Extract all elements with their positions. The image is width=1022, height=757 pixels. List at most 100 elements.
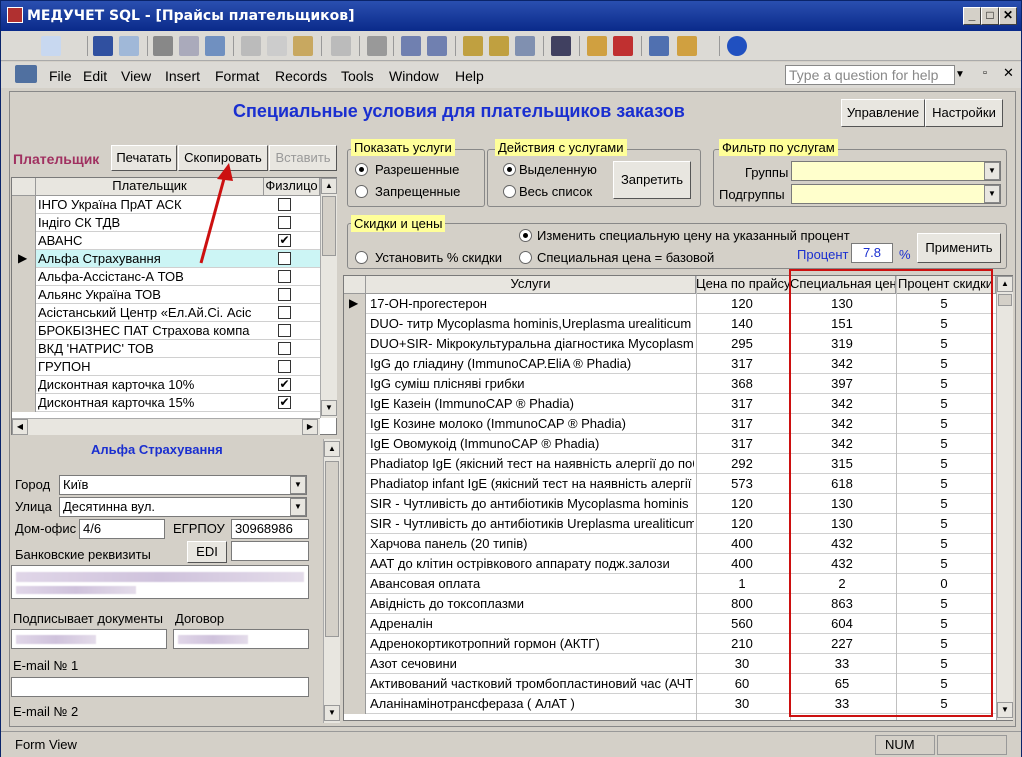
payer-row[interactable]: ІНГО Україна ПрАТ АСК	[12, 196, 320, 214]
individual-checkbox[interactable]	[278, 216, 291, 229]
row-selector[interactable]	[12, 196, 36, 214]
individual-checkbox[interactable]: ✔	[278, 378, 291, 391]
payer-hscrollbar[interactable]: ◀ ▶	[12, 418, 320, 435]
service-name-cell[interactable]: IgE Козине молоко (ImmunoCAP ® Phadia)	[370, 416, 694, 431]
radio-allowed[interactable]	[355, 163, 368, 176]
row-selector[interactable]	[12, 286, 36, 304]
individual-checkbox[interactable]: ✔	[278, 396, 291, 409]
row-selector[interactable]	[12, 268, 36, 286]
service-name-cell[interactable]: Активований частковий тромбопластиновий …	[370, 676, 694, 691]
payer-name-cell[interactable]: Дисконтная карточка 15%	[38, 395, 256, 410]
maximize-button[interactable]: □	[981, 7, 999, 25]
scroll-down-icon[interactable]: ▼	[321, 400, 337, 416]
individual-checkbox[interactable]	[278, 360, 291, 373]
price-cell[interactable]: 1	[696, 576, 788, 591]
price-cell[interactable]: 295	[696, 336, 788, 351]
subgroups-select[interactable]	[791, 184, 1001, 204]
row-selector[interactable]	[344, 494, 366, 514]
row-selector[interactable]	[344, 414, 366, 434]
service-name-cell[interactable]: Phadiatop infant IgE (якісний тест на на…	[370, 476, 694, 491]
row-selector[interactable]	[344, 634, 366, 654]
sort-descending-icon[interactable]	[427, 36, 447, 56]
price-cell[interactable]: 317	[696, 396, 788, 411]
price-cell[interactable]: 573	[696, 476, 788, 491]
price-cell[interactable]: 140	[696, 316, 788, 331]
filter-form-icon[interactable]	[489, 36, 509, 56]
street-field[interactable]: Десятинна вул.	[59, 497, 307, 517]
paste-icon[interactable]	[293, 36, 313, 56]
service-name-cell[interactable]: SIR - Чутливість до антибіотиків Ureplas…	[370, 516, 694, 531]
row-selector[interactable]	[12, 304, 36, 322]
row-selector[interactable]: ▶	[344, 294, 366, 314]
menu-window[interactable]: Window	[389, 68, 439, 84]
service-name-cell[interactable]: Авідність до токсоплазми	[370, 596, 694, 611]
row-selector[interactable]	[344, 454, 366, 474]
row-selector[interactable]	[12, 214, 36, 232]
menu-format[interactable]: Format	[215, 68, 259, 84]
payer-name-cell[interactable]: ВКД 'НАТРИС' ТОВ	[38, 341, 256, 356]
edrpou-field[interactable]: 30968986	[231, 519, 309, 539]
edi-button[interactable]: EDI	[187, 541, 227, 563]
close-button[interactable]: ✕	[999, 7, 1017, 25]
row-selector[interactable]	[344, 394, 366, 414]
radio-forbidden[interactable]	[355, 185, 368, 198]
service-name-cell[interactable]: DUO- титр Mycoplasma hominis,Ureplasma u…	[370, 316, 694, 331]
row-selector[interactable]	[12, 394, 36, 412]
service-name-cell[interactable]: Аланінамінотрансфераза ( АлАТ )	[370, 696, 694, 711]
radio-whole-list[interactable]	[503, 185, 516, 198]
row-selector[interactable]	[344, 554, 366, 574]
price-cell[interactable]: 368	[696, 376, 788, 391]
price-cell[interactable]: 317	[696, 416, 788, 431]
details-scroll-thumb[interactable]	[325, 461, 339, 637]
services-scroll-up-icon[interactable]: ▲	[997, 276, 1013, 292]
payer-row[interactable]: Альфа-Ассістанс-А ТОВ	[12, 268, 320, 286]
details-scrollbar[interactable]: ▲ ▼	[323, 439, 340, 723]
manage-button[interactable]: Управление	[841, 99, 925, 127]
radio-selected[interactable]	[503, 163, 516, 176]
individual-checkbox[interactable]	[278, 342, 291, 355]
payer-name-cell[interactable]: Асістанський Центр «Ел.Ай.Сі. Асіс	[38, 305, 256, 320]
payer-row[interactable]: ▶ Альфа Страхування	[12, 250, 320, 268]
price-cell[interactable]: 120	[696, 516, 788, 531]
service-name-cell[interactable]: Авансовая оплата	[370, 576, 694, 591]
row-selector[interactable]	[344, 514, 366, 534]
row-selector[interactable]	[344, 354, 366, 374]
services-scrollbar[interactable]: ▲ ▼	[996, 276, 1013, 720]
col-price-header[interactable]: Цена по прайсу	[696, 276, 790, 294]
row-selector[interactable]	[344, 374, 366, 394]
individual-checkbox[interactable]	[278, 306, 291, 319]
services-scroll-thumb[interactable]	[998, 294, 1012, 306]
forbid-button[interactable]: Запретить	[613, 161, 691, 199]
paste-button[interactable]: Вставить	[269, 145, 337, 171]
office-field[interactable]: 4/6	[79, 519, 165, 539]
sort-ascending-icon[interactable]	[401, 36, 421, 56]
payer-row[interactable]: Асістанський Центр «Ел.Ай.Сі. Асіс	[12, 304, 320, 322]
service-name-cell[interactable]: Адреналін	[370, 616, 694, 631]
ask-dropdown-icon[interactable]: ▼	[955, 69, 965, 80]
email1-field[interactable]	[11, 677, 309, 697]
radio-change-price[interactable]	[519, 229, 532, 242]
cut-icon[interactable]	[241, 36, 261, 56]
payer-list-scrollbar[interactable]: ▲ ▼	[320, 178, 337, 418]
service-name-cell[interactable]: Азот сечовини	[370, 656, 694, 671]
row-selector[interactable]	[344, 474, 366, 494]
row-selector[interactable]	[344, 674, 366, 694]
apply-filter-icon[interactable]	[515, 36, 535, 56]
spelling-icon[interactable]	[205, 36, 225, 56]
scroll-left-icon[interactable]: ◀	[12, 419, 28, 435]
price-cell[interactable]: 210	[696, 636, 788, 651]
service-name-cell[interactable]: Адренокортикотропний гормон (АКТГ)	[370, 636, 694, 651]
payer-name-cell[interactable]: Дисконтная карточка 10%	[38, 377, 256, 392]
scroll-thumb[interactable]	[322, 196, 336, 256]
price-cell[interactable]: 400	[696, 536, 788, 551]
new-record-icon[interactable]	[587, 36, 607, 56]
form-icon[interactable]	[15, 65, 37, 83]
service-name-cell[interactable]: IgG суміш пліснявi грибки	[370, 376, 694, 391]
details-scroll-up-icon[interactable]: ▲	[324, 441, 340, 457]
row-selector[interactable]	[344, 534, 366, 554]
price-cell[interactable]: 400	[696, 556, 788, 571]
payer-row[interactable]: Дисконтная карточка 10% ✔	[12, 376, 320, 394]
city-dropdown-icon[interactable]: ▼	[290, 476, 306, 494]
row-selector[interactable]	[344, 614, 366, 634]
close-child-icon[interactable]: ✕	[1003, 65, 1014, 81]
